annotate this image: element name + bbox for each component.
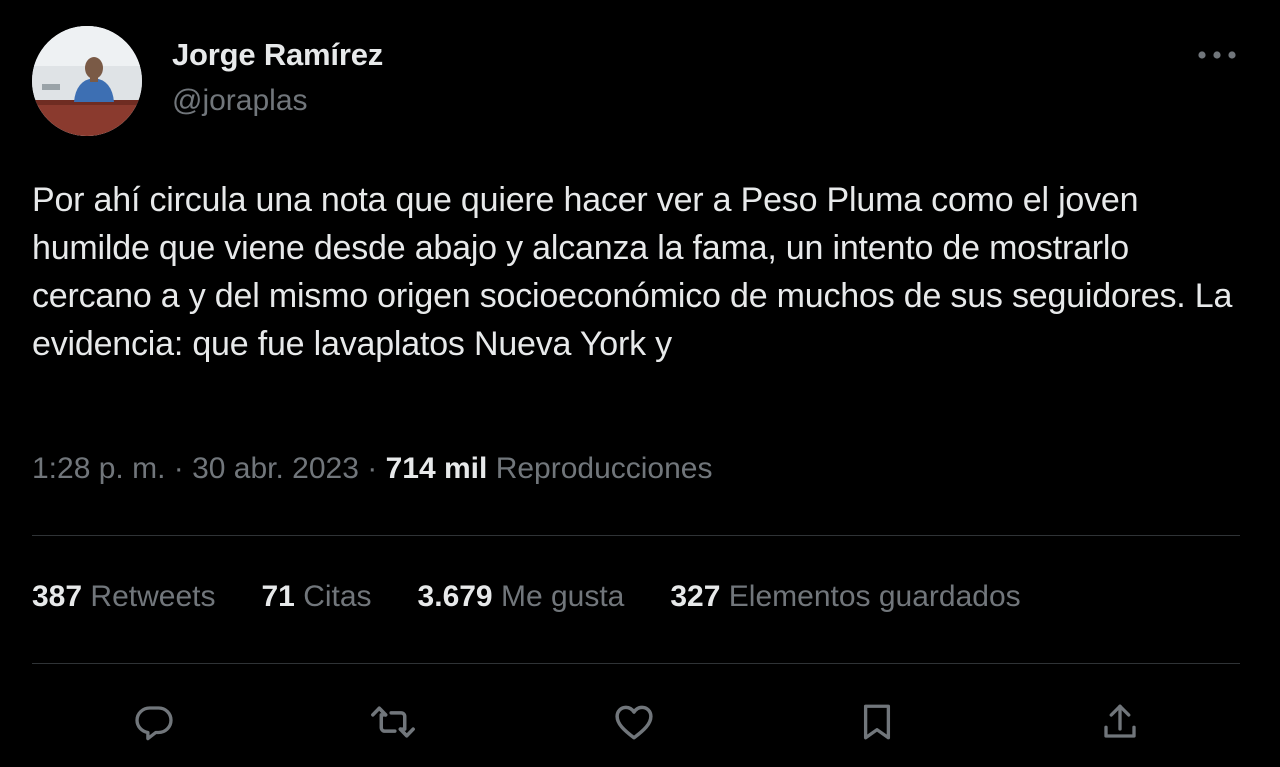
share-button[interactable] bbox=[1088, 690, 1152, 754]
heart-icon bbox=[615, 705, 653, 740]
views-count: 714 mil bbox=[385, 452, 488, 485]
views-label: Reproducciones bbox=[495, 452, 713, 485]
tweet-time[interactable]: 1:28 p. m. bbox=[32, 452, 165, 485]
retweets-label: Retweets bbox=[90, 580, 216, 613]
bookmarks-count: 327 bbox=[670, 580, 721, 613]
retweet-button[interactable] bbox=[361, 690, 425, 754]
bookmark-icon bbox=[863, 704, 891, 740]
user-handle[interactable]: @joraplas bbox=[172, 84, 308, 118]
tweet-detail: Jorge Ramírez @joraplas Por ahí circula … bbox=[0, 0, 1280, 767]
avatar[interactable] bbox=[32, 26, 142, 136]
tweet-text: Por ahí circula una nota que quiere hace… bbox=[32, 181, 1233, 363]
avatar-image bbox=[32, 26, 142, 136]
reply-icon bbox=[135, 706, 173, 741]
user-display-name[interactable]: Jorge Ramírez bbox=[172, 37, 383, 73]
engagement-stats: 387 Retweets 71 Citas 3.679 Me gusta 327… bbox=[32, 580, 1067, 614]
quotes-label: Citas bbox=[303, 580, 372, 613]
divider bbox=[32, 663, 1240, 664]
retweets-count: 387 bbox=[32, 580, 83, 613]
meta-separator: · bbox=[173, 452, 184, 485]
share-icon bbox=[1104, 704, 1136, 738]
bookmark-button[interactable] bbox=[845, 690, 909, 754]
tweet-metadata: 1:28 p. m. · 30 abr. 2023 · 714 mil Repr… bbox=[32, 452, 712, 486]
divider bbox=[32, 535, 1240, 536]
reply-button[interactable] bbox=[122, 690, 186, 754]
likes-stat[interactable]: 3.679 Me gusta bbox=[418, 580, 625, 614]
bookmarks-label: Elementos guardados bbox=[728, 580, 1021, 613]
quotes-count: 71 bbox=[261, 580, 295, 613]
meta-separator: · bbox=[367, 452, 378, 485]
like-button[interactable] bbox=[602, 690, 666, 754]
action-bar bbox=[0, 690, 1280, 754]
more-horizontal-icon bbox=[1198, 51, 1236, 59]
retweet-icon bbox=[371, 706, 415, 738]
retweets-stat[interactable]: 387 Retweets bbox=[32, 580, 215, 614]
quotes-stat[interactable]: 71 Citas bbox=[261, 580, 371, 614]
likes-label: Me gusta bbox=[500, 580, 625, 613]
bookmarks-stat[interactable]: 327 Elementos guardados bbox=[670, 580, 1020, 614]
likes-count: 3.679 bbox=[417, 580, 493, 613]
tweet-date[interactable]: 30 abr. 2023 bbox=[192, 452, 359, 485]
more-options-button[interactable] bbox=[1192, 38, 1242, 72]
